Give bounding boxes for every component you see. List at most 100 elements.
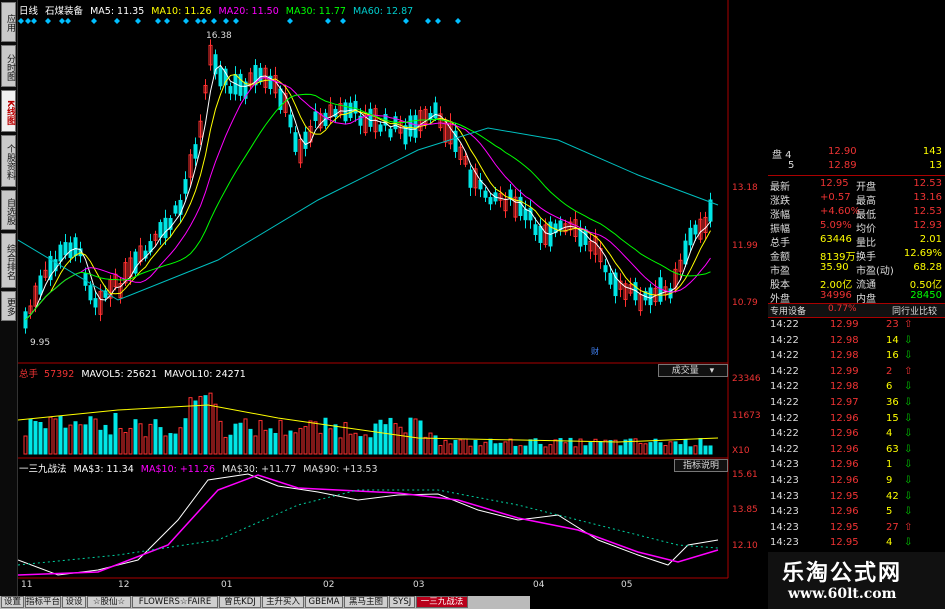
signal-diamond-icon — [201, 18, 207, 24]
tab-apply[interactable]: 应用 — [1, 2, 16, 42]
volume-bar — [603, 439, 608, 455]
tab-more[interactable]: 更多 — [1, 291, 16, 321]
quote-stat-row: 外盘 34996 内盘 28450 — [768, 290, 945, 305]
signal-diamond-icon — [211, 18, 217, 24]
indicator-select-dropdown[interactable]: 成交量 ▾ — [658, 364, 728, 377]
low-price-label: 9.95 — [30, 338, 51, 348]
volume-bar — [328, 428, 333, 455]
chart-area[interactable]: 日线 石煤装备 MA5: 11.35 MA10: 11.26 MA20: 11.… — [18, 0, 766, 590]
volume-bar — [678, 444, 683, 455]
trade-row: 14:22 12.98 14 ⇩ — [768, 335, 945, 349]
trade-p: 12.96 — [830, 475, 859, 486]
bottom-tab-bar: 设置 指标平台 设设 ☆股仙☆ FLOWERS☆FAIRE 曾氏KDJ 主升买入 GBEMA 黑… — [0, 596, 530, 609]
signal-diamond-icon — [425, 18, 431, 24]
finance-marker[interactable]: 财 — [591, 346, 599, 357]
volume-bar — [293, 432, 298, 455]
bottom-tab[interactable]: SYSJ — [389, 596, 415, 608]
trade-v: 1 — [886, 459, 893, 471]
period-label[interactable]: 日线 — [19, 6, 38, 17]
signal-diamond-icon — [135, 18, 141, 24]
volume-bar — [658, 442, 663, 455]
ma5-value: MA5: 11.35 — [90, 6, 145, 17]
tab-kline[interactable]: K线图 — [1, 90, 16, 132]
candle-body — [688, 227, 693, 246]
candle-body — [193, 144, 198, 159]
candle-body — [508, 189, 513, 199]
candle-body — [218, 67, 223, 87]
high-price-label: 16.38 — [206, 31, 232, 41]
tab-watchlist[interactable]: 自选股 — [1, 190, 16, 230]
trade-t: 14:22 — [770, 381, 799, 393]
candle-body — [288, 114, 293, 128]
volume-bar — [233, 423, 238, 455]
trade-v: 16 — [886, 350, 899, 362]
volume-bar — [428, 432, 433, 455]
signal-diamond-icon — [340, 18, 346, 24]
volume-bar — [368, 437, 373, 455]
indicator-ma3-line — [18, 473, 719, 576]
tab-stock-info[interactable]: 个股资料 — [1, 135, 16, 187]
bottom-tab[interactable]: 主升买入 — [262, 596, 304, 608]
volume-bar — [438, 445, 443, 455]
quote-stat-v1: 5.09% — [820, 220, 852, 231]
industry-bar[interactable]: 专用设备 0.77% 同行业比较 — [768, 303, 945, 318]
candle-body — [93, 298, 98, 308]
signal-diamond-icon — [183, 18, 189, 24]
bottom-tab[interactable]: GBEMA — [305, 596, 343, 608]
volume-bar — [173, 433, 178, 455]
candle-body — [293, 132, 298, 152]
signal-diamond-icon — [114, 18, 120, 24]
bottom-tab[interactable]: 指标平台 — [25, 596, 61, 608]
trade-t: 14:23 — [770, 475, 799, 486]
volume-bar — [258, 420, 263, 455]
arrow-down-icon: ⇩ — [904, 350, 913, 362]
volume-bar — [78, 424, 83, 455]
candle-body — [173, 205, 178, 214]
bottom-tab[interactable]: ☆股仙☆ — [87, 596, 131, 608]
quote-stat-l1: 振幅 — [770, 224, 790, 235]
volume-bar — [543, 446, 548, 455]
signal-diamond-icon — [435, 18, 441, 24]
volume-bar — [393, 423, 398, 455]
signal-diamond-icon — [223, 18, 229, 24]
trade-v: 42 — [886, 490, 899, 502]
trade-list[interactable]: 14:22 12.99 23 ⇧ 14:22 12.98 14 ⇩ 14:22 12.98 16 ⇩ 1… — [768, 319, 945, 559]
indicator-ma30-line — [18, 489, 719, 566]
trade-row: 14:22 12.99 2 ⇧ — [768, 366, 945, 380]
bottom-tab[interactable]: 曾氏KDJ — [219, 596, 261, 608]
x-tick-12: 12 — [118, 580, 130, 590]
tab-intraday[interactable]: 分时图 — [1, 45, 16, 87]
volume-bar — [528, 439, 533, 455]
volume-bar — [498, 442, 503, 455]
candle-body — [63, 242, 68, 256]
bottom-tab[interactable]: 一三九战法 — [416, 596, 468, 608]
bottom-tab[interactable]: 黑马主图 — [344, 596, 388, 608]
volume-bar — [653, 438, 658, 455]
quote-stat-v2: 12.53 — [913, 178, 942, 189]
quote-stat-l2: 均价 — [856, 224, 876, 235]
moving-average-line — [25, 64, 711, 321]
kline-chart-svg[interactable] — [18, 0, 766, 580]
volume-bar — [443, 439, 448, 455]
quote-stat-v2: 2.01 — [919, 234, 942, 245]
bottom-tab[interactable]: 设设 — [62, 596, 86, 608]
candle-body — [38, 275, 43, 295]
bottom-tab[interactable]: FLOWERS☆FAIRE — [132, 596, 218, 608]
quote-stat-row: 市盈 35.90 市盈(动) 68.28 — [768, 262, 945, 277]
indicator-help-button[interactable]: 指标说明 — [674, 459, 728, 472]
volume-bar — [278, 419, 283, 455]
bottom-tab[interactable]: 设置 — [1, 596, 24, 608]
trade-p: 12.96 — [830, 443, 859, 455]
candle-body — [468, 169, 473, 188]
volume-bar — [503, 441, 508, 455]
quote-stat-l2: 最高 — [856, 196, 876, 207]
tab-ranking[interactable]: 综合排名 — [1, 233, 16, 288]
industry-compare-button[interactable]: 同行业比较 — [892, 304, 937, 317]
arrow-down-icon: ⇩ — [904, 475, 913, 486]
trade-p: 12.98 — [830, 334, 859, 346]
trade-row: 14:22 12.96 4 ⇩ — [768, 428, 945, 442]
moving-average-line — [25, 73, 711, 321]
volume-bar — [183, 418, 188, 455]
volume-bar — [318, 432, 323, 455]
arrow-up-icon: ⇧ — [904, 521, 913, 533]
